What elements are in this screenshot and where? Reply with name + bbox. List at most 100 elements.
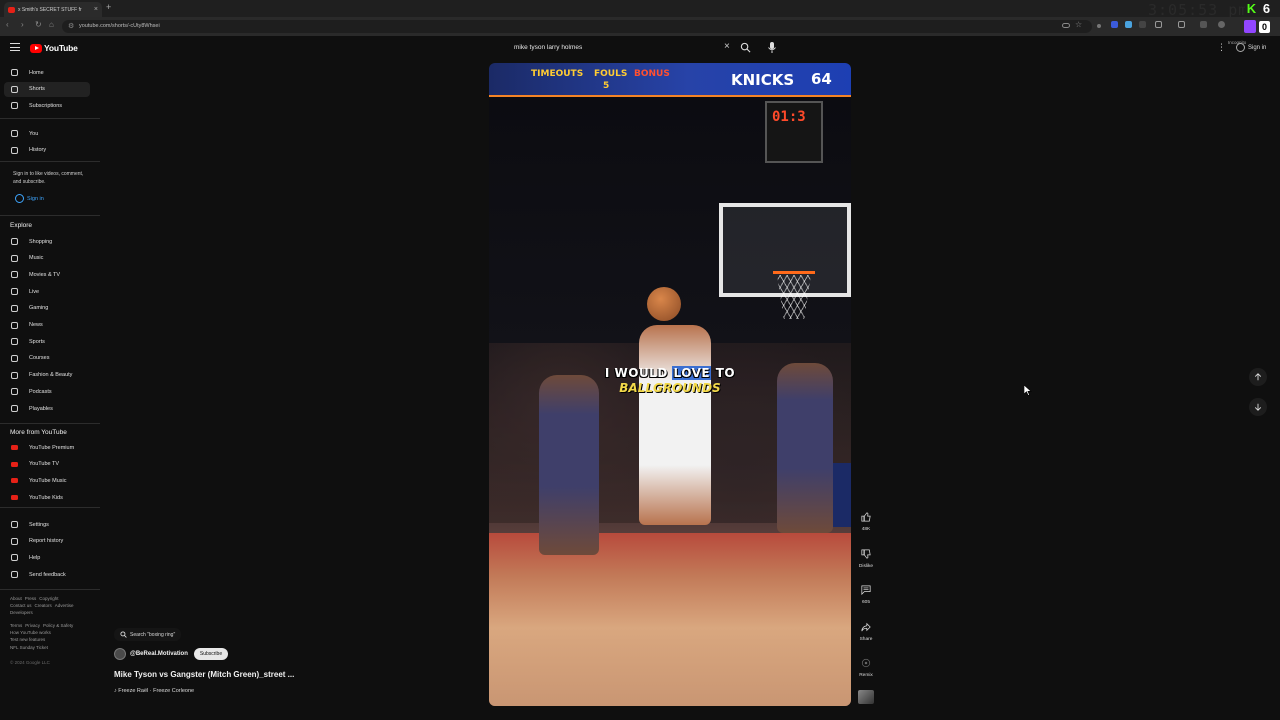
footer-link[interactable]: Creators xyxy=(35,603,52,608)
sidebar-divider xyxy=(0,118,100,119)
back-icon[interactable]: ‹ xyxy=(6,20,9,29)
footer-link[interactable]: Advertise xyxy=(55,603,74,608)
sidebar-item-shopping[interactable]: Shopping xyxy=(4,234,90,249)
caption-line-1: I WOULD LOVE TO xyxy=(489,366,851,380)
copyright: © 2024 Google LLC xyxy=(10,660,50,665)
sidebar-item-help[interactable]: Help xyxy=(4,550,90,565)
sidebar-item-you[interactable]: You xyxy=(4,126,90,141)
sidebar-item-history[interactable]: History xyxy=(4,143,90,158)
sidebar-item-fashion-beauty[interactable]: Fashion & Beauty xyxy=(4,368,90,383)
arrow-up-icon xyxy=(1254,373,1262,381)
scoreboard: TIMEOUTS FOULS 5 BONUS KNICKS 64 xyxy=(489,63,851,97)
footer-link[interactable]: How YouTube works xyxy=(10,630,51,635)
footer-link[interactable]: NFL Sunday Ticket xyxy=(10,645,48,650)
sidebar-item-shorts[interactable]: Shorts xyxy=(4,81,90,97)
sidebar-item-courses[interactable]: Courses xyxy=(4,351,90,366)
reload-icon[interactable]: ↻ xyxy=(35,20,42,29)
youtube-premium-icon xyxy=(10,444,18,452)
footer-link[interactable]: Developers xyxy=(10,610,33,615)
header-signin-label: Sign in xyxy=(1248,44,1267,51)
footer-link[interactable]: Contact us xyxy=(10,603,32,608)
like-button[interactable]: 48K xyxy=(855,510,877,532)
channel-name[interactable]: @BeReal.Motivation xyxy=(130,651,188,657)
subscribe-button[interactable]: Subscribe xyxy=(193,648,229,660)
sound-link[interactable]: ♪ Freeze Raël · Freeze Corleone xyxy=(114,688,194,694)
menu-icon[interactable] xyxy=(10,43,20,52)
sidebar-item-subscriptions[interactable]: Subscriptions xyxy=(4,98,90,113)
sidebar-item-youtube-music[interactable]: YouTube Music xyxy=(4,473,90,488)
extension-translate-icon[interactable] xyxy=(1125,21,1132,28)
sound-thumbnail[interactable] xyxy=(858,690,874,704)
sidebar-item-music[interactable]: Music xyxy=(4,251,90,266)
sidebar-item-youtube-tv[interactable]: YouTube TV xyxy=(4,457,90,472)
footer-link[interactable]: Terms xyxy=(10,623,22,628)
site-info-icon[interactable]: ⚙ xyxy=(68,22,74,30)
extensions-puzzle-icon[interactable] xyxy=(1155,21,1162,28)
next-short-button[interactable] xyxy=(1249,398,1267,416)
new-tab-button[interactable]: + xyxy=(106,2,111,12)
sidebar-item-youtube-premium[interactable]: YouTube Premium xyxy=(4,440,90,455)
live-icon xyxy=(10,288,18,296)
footer-link[interactable]: Policy & Safety xyxy=(43,623,73,628)
sidebar-item-movies-tv[interactable]: Movies & TV xyxy=(4,267,90,282)
sidebar-item-news[interactable]: News xyxy=(4,318,90,333)
sidepanel-icon[interactable] xyxy=(1178,21,1185,28)
remix-button[interactable]: Remix xyxy=(855,656,877,678)
search-input[interactable]: mike tyson larry holmes xyxy=(514,44,582,51)
share-button[interactable]: Share xyxy=(855,620,877,642)
previous-short-button[interactable] xyxy=(1249,368,1267,386)
home-browser-icon[interactable]: ⌂ xyxy=(49,20,54,29)
scoreboard-score: 64 xyxy=(811,70,832,88)
forward-icon[interactable]: › xyxy=(21,20,24,29)
channel-avatar[interactable] xyxy=(114,648,126,660)
shorts-video-player[interactable]: TIMEOUTS FOULS 5 BONUS KNICKS 64 01:3 I … xyxy=(489,63,851,706)
profile-icon[interactable] xyxy=(1218,21,1225,28)
sidebar-item-label: Music xyxy=(29,255,44,262)
sidebar-item-podcasts[interactable]: Podcasts xyxy=(4,384,90,399)
footer-link[interactable]: Privacy xyxy=(25,623,40,628)
sidebar-item-sports[interactable]: Sports xyxy=(4,334,90,349)
footer-link[interactable]: Copyright xyxy=(39,596,58,601)
sidebar-item-report-history[interactable]: Report history xyxy=(4,534,90,549)
address-bar[interactable]: ⚙ youtube.com/shorts/-cUty8Whsei xyxy=(62,20,1092,33)
more-options-icon[interactable]: ⋮ xyxy=(1217,42,1226,53)
sidebar-item-home[interactable]: Home xyxy=(4,65,90,80)
channel-row: @BeReal.Motivation Subscribe xyxy=(114,648,229,660)
scoreboard-fouls-value: 5 xyxy=(603,81,610,91)
sidebar-item-label: Playables xyxy=(29,405,53,412)
sidebar-signin-button[interactable]: Sign in xyxy=(15,194,44,203)
twitch-count: 0 xyxy=(1259,21,1270,33)
extension-blue-icon[interactable] xyxy=(1111,21,1118,28)
search-chip[interactable]: Search "boxing ring" xyxy=(114,628,182,641)
sidebar-item-send-feedback[interactable]: Send feedback xyxy=(4,567,90,582)
sidebar-item-playables[interactable]: Playables xyxy=(4,401,90,416)
sidebar-item-live[interactable]: Live xyxy=(4,284,90,299)
eye-off-icon[interactable] xyxy=(1062,23,1070,28)
like-count: 48K xyxy=(861,527,871,532)
header-signin-button[interactable]: Sign in xyxy=(1236,43,1266,52)
comments-button[interactable]: 605 xyxy=(855,583,877,605)
youtube-logo[interactable]: YouTube xyxy=(30,43,78,53)
extension-dot-icon[interactable] xyxy=(1097,24,1101,28)
bookmark-star-icon[interactable]: ☆ xyxy=(1075,20,1082,29)
footer-link[interactable]: About xyxy=(10,596,22,601)
video-title[interactable]: Mike Tyson vs Gangster (Mitch Green)_str… xyxy=(114,670,294,679)
extension-grey-icon[interactable] xyxy=(1139,21,1146,28)
footer-link[interactable]: Press xyxy=(25,596,37,601)
sidebar-item-youtube-kids[interactable]: YouTube Kids xyxy=(4,490,90,505)
sidebar-item-gaming[interactable]: Gaming xyxy=(4,301,90,316)
sidebar-item-label: Report history xyxy=(29,538,64,545)
sidebar-divider xyxy=(0,589,100,590)
download-icon[interactable] xyxy=(1200,21,1207,28)
sidebar-item-label: History xyxy=(29,147,47,154)
sidebar-signin-label: Sign in xyxy=(27,195,44,202)
sidebar-item-settings[interactable]: Settings xyxy=(4,517,90,532)
close-tab-icon[interactable]: × xyxy=(94,6,98,13)
clear-search-icon[interactable]: × xyxy=(724,41,730,52)
footer-link[interactable]: Test new features xyxy=(10,637,45,642)
search-box[interactable]: mike tyson larry holmes × xyxy=(508,40,754,56)
dislike-button[interactable]: Dislike xyxy=(855,547,877,569)
mic-icon[interactable] xyxy=(766,41,778,54)
browser-tab[interactable]: x Smith's SECRET STUFF fr × xyxy=(4,2,102,17)
search-icon[interactable] xyxy=(740,42,751,53)
